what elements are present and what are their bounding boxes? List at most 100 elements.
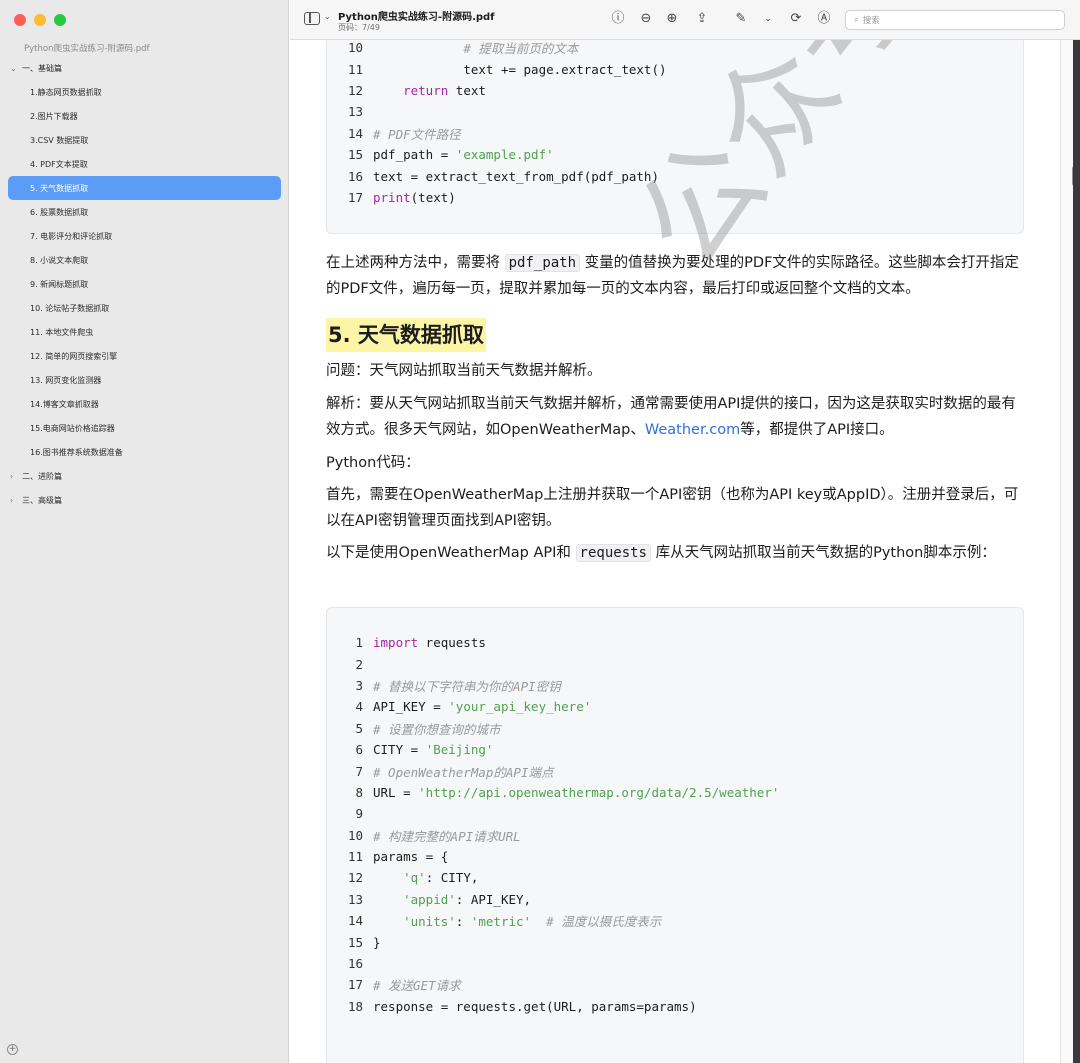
code-text: response = requests.get(URL, params=para… <box>373 998 697 1014</box>
chevron-down-icon[interactable]: ⌄ <box>10 64 22 73</box>
outline-section-label: 二、进阶篇 <box>22 471 62 481</box>
line-number: 17 <box>347 977 363 993</box>
code-line: 15 pdf_path = 'example.pdf' <box>327 144 1023 165</box>
line-number: 11 <box>347 61 363 77</box>
code-text: # OpenWeatherMap的API端点 <box>373 764 554 780</box>
line-number: 18 <box>347 998 363 1014</box>
code-line: 10 # 构建完整的API请求URL <box>327 825 1023 846</box>
outline-item[interactable]: 12. 简单的网页搜索引擎 <box>0 344 289 368</box>
line-number: 10 <box>347 40 363 56</box>
window-edge <box>1073 40 1080 1063</box>
code-text: # 提取当前页的文本 <box>463 41 579 57</box>
line-number: 7 <box>355 763 363 779</box>
chevron-right-icon[interactable]: › <box>10 472 22 481</box>
code-text: } <box>373 934 381 950</box>
code-text: pdf_path = 'example.pdf' <box>373 147 554 163</box>
weather-link[interactable]: Weather.com <box>645 422 740 438</box>
zoom-in-icon[interactable]: ⊕ <box>664 11 680 27</box>
zoom-window-button[interactable] <box>54 14 66 26</box>
outline-section-label: 一、基础篇 <box>22 63 62 73</box>
code-text: print(text) <box>373 189 456 205</box>
outline-item[interactable]: 6. 股票数据抓取 <box>0 200 289 224</box>
code-text: # 发送GET请求 <box>373 978 461 994</box>
outline-item[interactable]: 1.静态网页数据抓取 <box>0 80 289 104</box>
code-text: text = extract_text_from_pdf(pdf_path) <box>373 168 659 184</box>
code-line: 13 'appid': API_KEY, <box>327 889 1023 910</box>
outline-section-label: 三、高级篇 <box>22 495 62 505</box>
outline-item[interactable]: 4. PDF文本提取 <box>0 152 289 176</box>
code-block: 1 import requests 2 3 # 替换以下字符串为你的API密钥 4 API_… <box>326 607 1024 1063</box>
outline-section[interactable]: › 三、高级篇 <box>0 488 289 512</box>
line-number: 1 <box>355 635 363 651</box>
section-heading: 5. 天气数据抓取 <box>326 318 486 352</box>
code-line: 16 <box>327 953 1023 974</box>
rotate-icon[interactable]: ⟳ <box>788 11 804 27</box>
page-indicator: 页码：7/49 <box>338 23 380 32</box>
code-text: # 替换以下字符串为你的API密钥 <box>373 678 561 694</box>
paragraph-text: 等，都提供了API接口。 <box>740 422 894 438</box>
window-title: Python爬虫实战练习-附源码.pdf <box>338 12 495 23</box>
outline-section[interactable]: › 二、进阶篇 <box>0 464 289 488</box>
line-number: 12 <box>347 82 363 98</box>
outline-item[interactable]: 8. 小说文本爬取 <box>0 248 289 272</box>
share-icon[interactable]: ⇪ <box>694 11 710 27</box>
sidebar-toggle-icon[interactable] <box>304 12 320 25</box>
line-number: 16 <box>347 168 363 184</box>
outline-item[interactable]: 16.图书推荐系统数据准备 <box>0 440 289 464</box>
outline-item[interactable]: 3.CSV 数据提取 <box>0 128 289 152</box>
chevron-right-icon[interactable]: › <box>10 496 22 505</box>
info-icon[interactable]: ⓘ <box>610 11 626 27</box>
line-number: 15 <box>347 147 363 163</box>
document-view[interactable]: 10 # 提取当前页的文本 11 text += page.extract_tex… <box>290 40 1060 1063</box>
add-icon[interactable]: + <box>7 1044 18 1055</box>
search-placeholder: 搜索 <box>862 16 880 26</box>
chevron-down-icon[interactable]: ⌄ <box>760 11 776 27</box>
line-number: 5 <box>355 720 363 736</box>
code-line: 7 # OpenWeatherMap的API端点 <box>327 760 1023 781</box>
outline-item[interactable]: 11. 本地文件爬虫 <box>0 320 289 344</box>
inline-code: requests <box>575 544 651 562</box>
line-number: 13 <box>347 891 363 907</box>
line-number: 16 <box>347 956 363 972</box>
outline-item[interactable]: 7. 电影评分和评论抓取 <box>0 224 289 248</box>
annotate-icon[interactable]: Ⓐ <box>816 11 832 27</box>
code-line: 2 <box>327 653 1023 674</box>
python-code-label: Python代码： <box>326 455 420 471</box>
code-line: 17 # 发送GET请求 <box>327 974 1023 995</box>
outline-item[interactable]: 2.图片下载器 <box>0 104 289 128</box>
code-text: URL = 'http://api.openweathermap.org/dat… <box>373 784 780 800</box>
outline-item[interactable]: 9. 新闻标题抓取 <box>0 272 289 296</box>
line-number: 14 <box>347 913 363 929</box>
line-number: 15 <box>347 934 363 950</box>
outline-item[interactable]: 5. 天气数据抓取 <box>8 176 281 200</box>
search-icon: ⌕ <box>854 15 859 25</box>
zoom-out-icon[interactable]: ⊖ <box>638 11 654 27</box>
chevron-down-icon[interactable]: ⌄ <box>324 12 331 21</box>
code-text: API_KEY = 'your_api_key_here' <box>373 699 592 715</box>
outline-item[interactable]: 14.博客文章抓取器 <box>0 392 289 416</box>
line-number: 12 <box>347 870 363 886</box>
line-number: 14 <box>347 125 363 141</box>
code-text: import requests <box>373 635 486 651</box>
code-line: 18 response = requests.get(URL, params=pa… <box>327 996 1023 1017</box>
sidebar-document-name: Python爬虫实战练习-附源码.pdf <box>24 44 150 54</box>
markup-pen-icon[interactable]: ✎ <box>733 11 749 27</box>
code-line: 1 import requests <box>327 632 1023 653</box>
outline-item[interactable]: 13. 网页变化监测器 <box>0 368 289 392</box>
code-line: 12 return text <box>327 80 1023 101</box>
outline-item[interactable]: 10. 论坛帖子数据抓取 <box>0 296 289 320</box>
line-number: 11 <box>347 849 363 865</box>
paragraph-text: 库从天气网站抓取当前天气数据的Python脚本示例： <box>650 545 996 561</box>
search-input[interactable]: ⌕ 搜索 <box>845 10 1065 30</box>
minimize-window-button[interactable] <box>34 14 46 26</box>
line-number: 6 <box>355 742 363 758</box>
outline-section[interactable]: ⌄ 一、基础篇 <box>0 56 289 80</box>
code-line: 6 CITY = 'Beijing' <box>327 739 1023 760</box>
code-line: 15} <box>327 931 1023 952</box>
code-line: 16 text = extract_text_from_pdf(pdf_path) <box>327 165 1023 186</box>
code-block: 10 # 提取当前页的文本 11 text += page.extract_tex… <box>326 40 1024 234</box>
close-window-button[interactable] <box>14 14 26 26</box>
sidebar: Python爬虫实战练习-附源码.pdf ⌄ 一、基础篇 1.静态网页数据抓取 2.图… <box>0 0 289 1063</box>
outline-item[interactable]: 15.电商网站价格追踪器 <box>0 416 289 440</box>
code-text: # PDF文件路径 <box>373 126 461 142</box>
